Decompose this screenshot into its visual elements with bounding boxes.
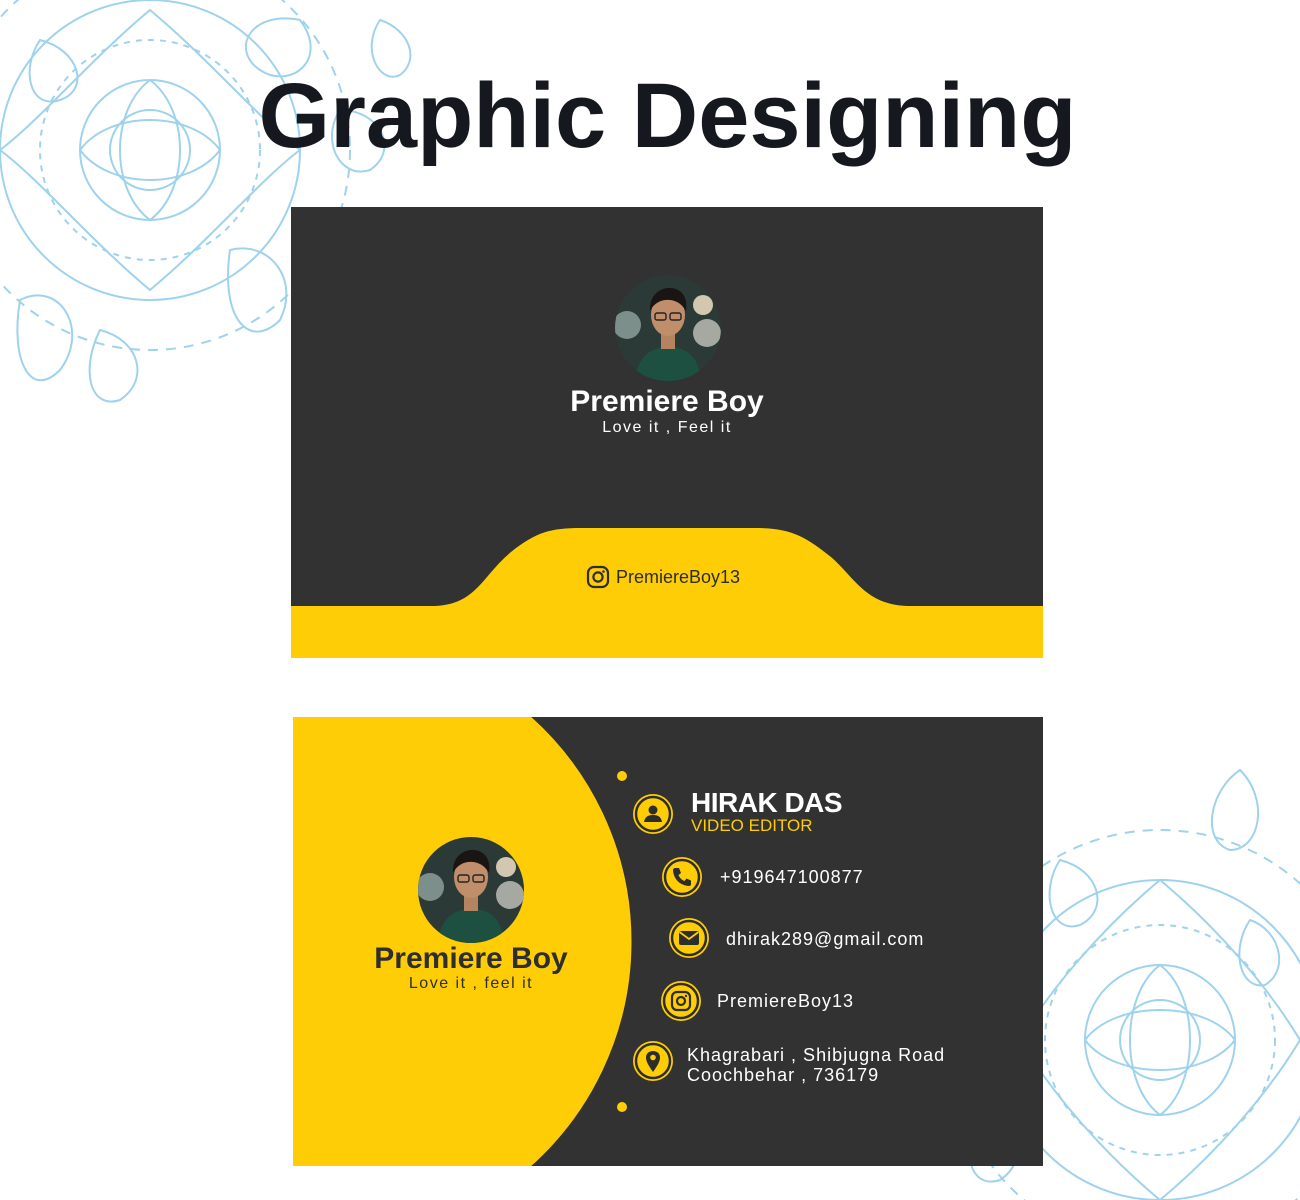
instagram-handle: PremiereBoy13 xyxy=(616,566,741,587)
brand-name: Premiere Boy xyxy=(374,942,568,975)
instagram-icon xyxy=(586,565,610,589)
business-card-back: Premiere Boy Love it , feel it HIRAK DAS… xyxy=(293,717,1043,1166)
person-name: HIRAK DAS xyxy=(691,787,843,818)
address: Khagrabari , Shibjugna Road Coochbehar ,… xyxy=(687,1045,945,1085)
tagline: Love it , Feel it xyxy=(602,419,732,436)
person-role: VIDEO EDITOR xyxy=(691,816,813,835)
phone-number[interactable]: +919647100877 xyxy=(720,867,864,888)
instagram-icon xyxy=(661,981,701,1021)
avatar xyxy=(418,837,524,943)
instagram-handle[interactable]: PremiereBoy13 xyxy=(717,991,854,1012)
instagram-contact[interactable]: PremiereBoy13 xyxy=(586,564,740,590)
location-pin-icon xyxy=(633,1041,673,1081)
page-title: Graphic Designing xyxy=(258,65,1077,167)
tagline: Love it , feel it xyxy=(408,975,534,992)
address-line-1: Khagrabari , Shibjugna Road xyxy=(687,1045,946,1065)
brand-name: Premiere Boy xyxy=(570,385,764,418)
mail-icon xyxy=(669,918,709,958)
user-icon xyxy=(633,794,673,834)
business-card-front: Premiere Boy Love it , Feel it PremiereB… xyxy=(291,207,1043,658)
avatar xyxy=(615,275,721,381)
email-address[interactable]: dhirak289@gmail.com xyxy=(726,929,924,950)
address-line-2: Coochbehar , 736179 xyxy=(687,1065,880,1085)
phone-icon xyxy=(662,857,702,897)
